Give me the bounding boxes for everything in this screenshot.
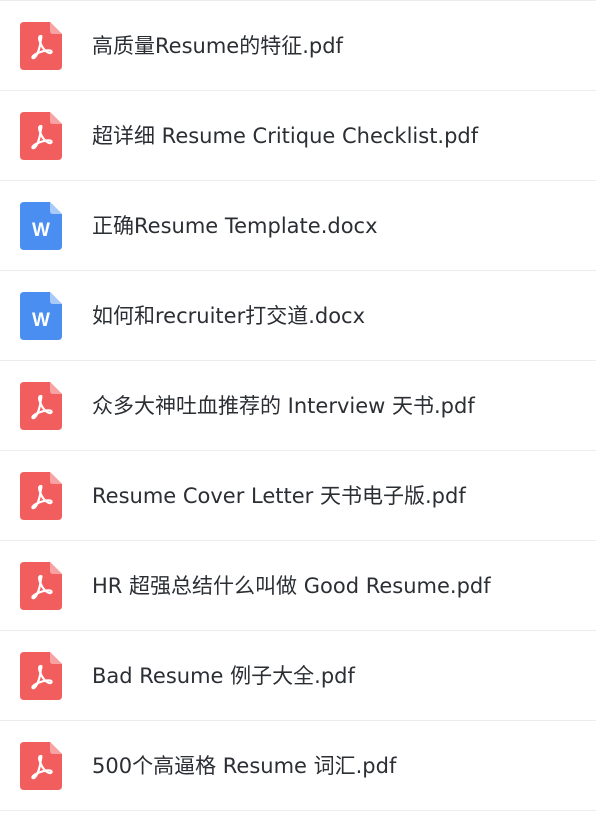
file-row[interactable]: W 正确Resume Template.docx <box>0 181 596 271</box>
file-name: 正确Resume Template.docx <box>92 213 378 238</box>
pdf-icon <box>20 741 62 790</box>
word-icon-glyph: W <box>32 310 50 331</box>
pdf-icon <box>20 21 62 70</box>
file-name: 众多大神吐血推荐的 Interview 天书.pdf <box>92 393 475 418</box>
pdf-icon <box>20 471 62 520</box>
file-name: 500个高逼格 Resume 词汇.pdf <box>92 753 397 778</box>
file-row[interactable]: 众多大神吐血推荐的 Interview 天书.pdf <box>0 361 596 451</box>
pdf-icon <box>20 111 62 160</box>
pdf-icon <box>20 651 62 700</box>
file-row[interactable]: 超详细 Resume Critique Checklist.pdf <box>0 91 596 181</box>
file-name: Bad Resume 例子大全.pdf <box>92 663 355 688</box>
file-name: 如何和recruiter打交道.docx <box>92 303 366 328</box>
file-row[interactable]: 500个高逼格 Resume 词汇.pdf <box>0 721 596 811</box>
file-name: 高质量Resume的特征.pdf <box>92 33 343 58</box>
file-name: Resume Cover Letter 天书电子版.pdf <box>92 483 466 508</box>
file-name: HR 超强总结什么叫做 Good Resume.pdf <box>92 573 491 598</box>
word-icon: W <box>20 201 62 250</box>
file-row[interactable]: W 如何和recruiter打交道.docx <box>0 271 596 361</box>
pdf-icon <box>20 381 62 430</box>
file-list: 高质量Resume的特征.pdf 超详细 Resume Critique Che… <box>0 0 596 811</box>
file-row[interactable]: 高质量Resume的特征.pdf <box>0 1 596 91</box>
pdf-icon <box>20 561 62 610</box>
file-row[interactable]: Resume Cover Letter 天书电子版.pdf <box>0 451 596 541</box>
file-row[interactable]: HR 超强总结什么叫做 Good Resume.pdf <box>0 541 596 631</box>
file-name: 超详细 Resume Critique Checklist.pdf <box>92 123 479 148</box>
word-icon: W <box>20 291 62 340</box>
file-row[interactable]: Bad Resume 例子大全.pdf <box>0 631 596 721</box>
word-icon-glyph: W <box>32 220 50 241</box>
